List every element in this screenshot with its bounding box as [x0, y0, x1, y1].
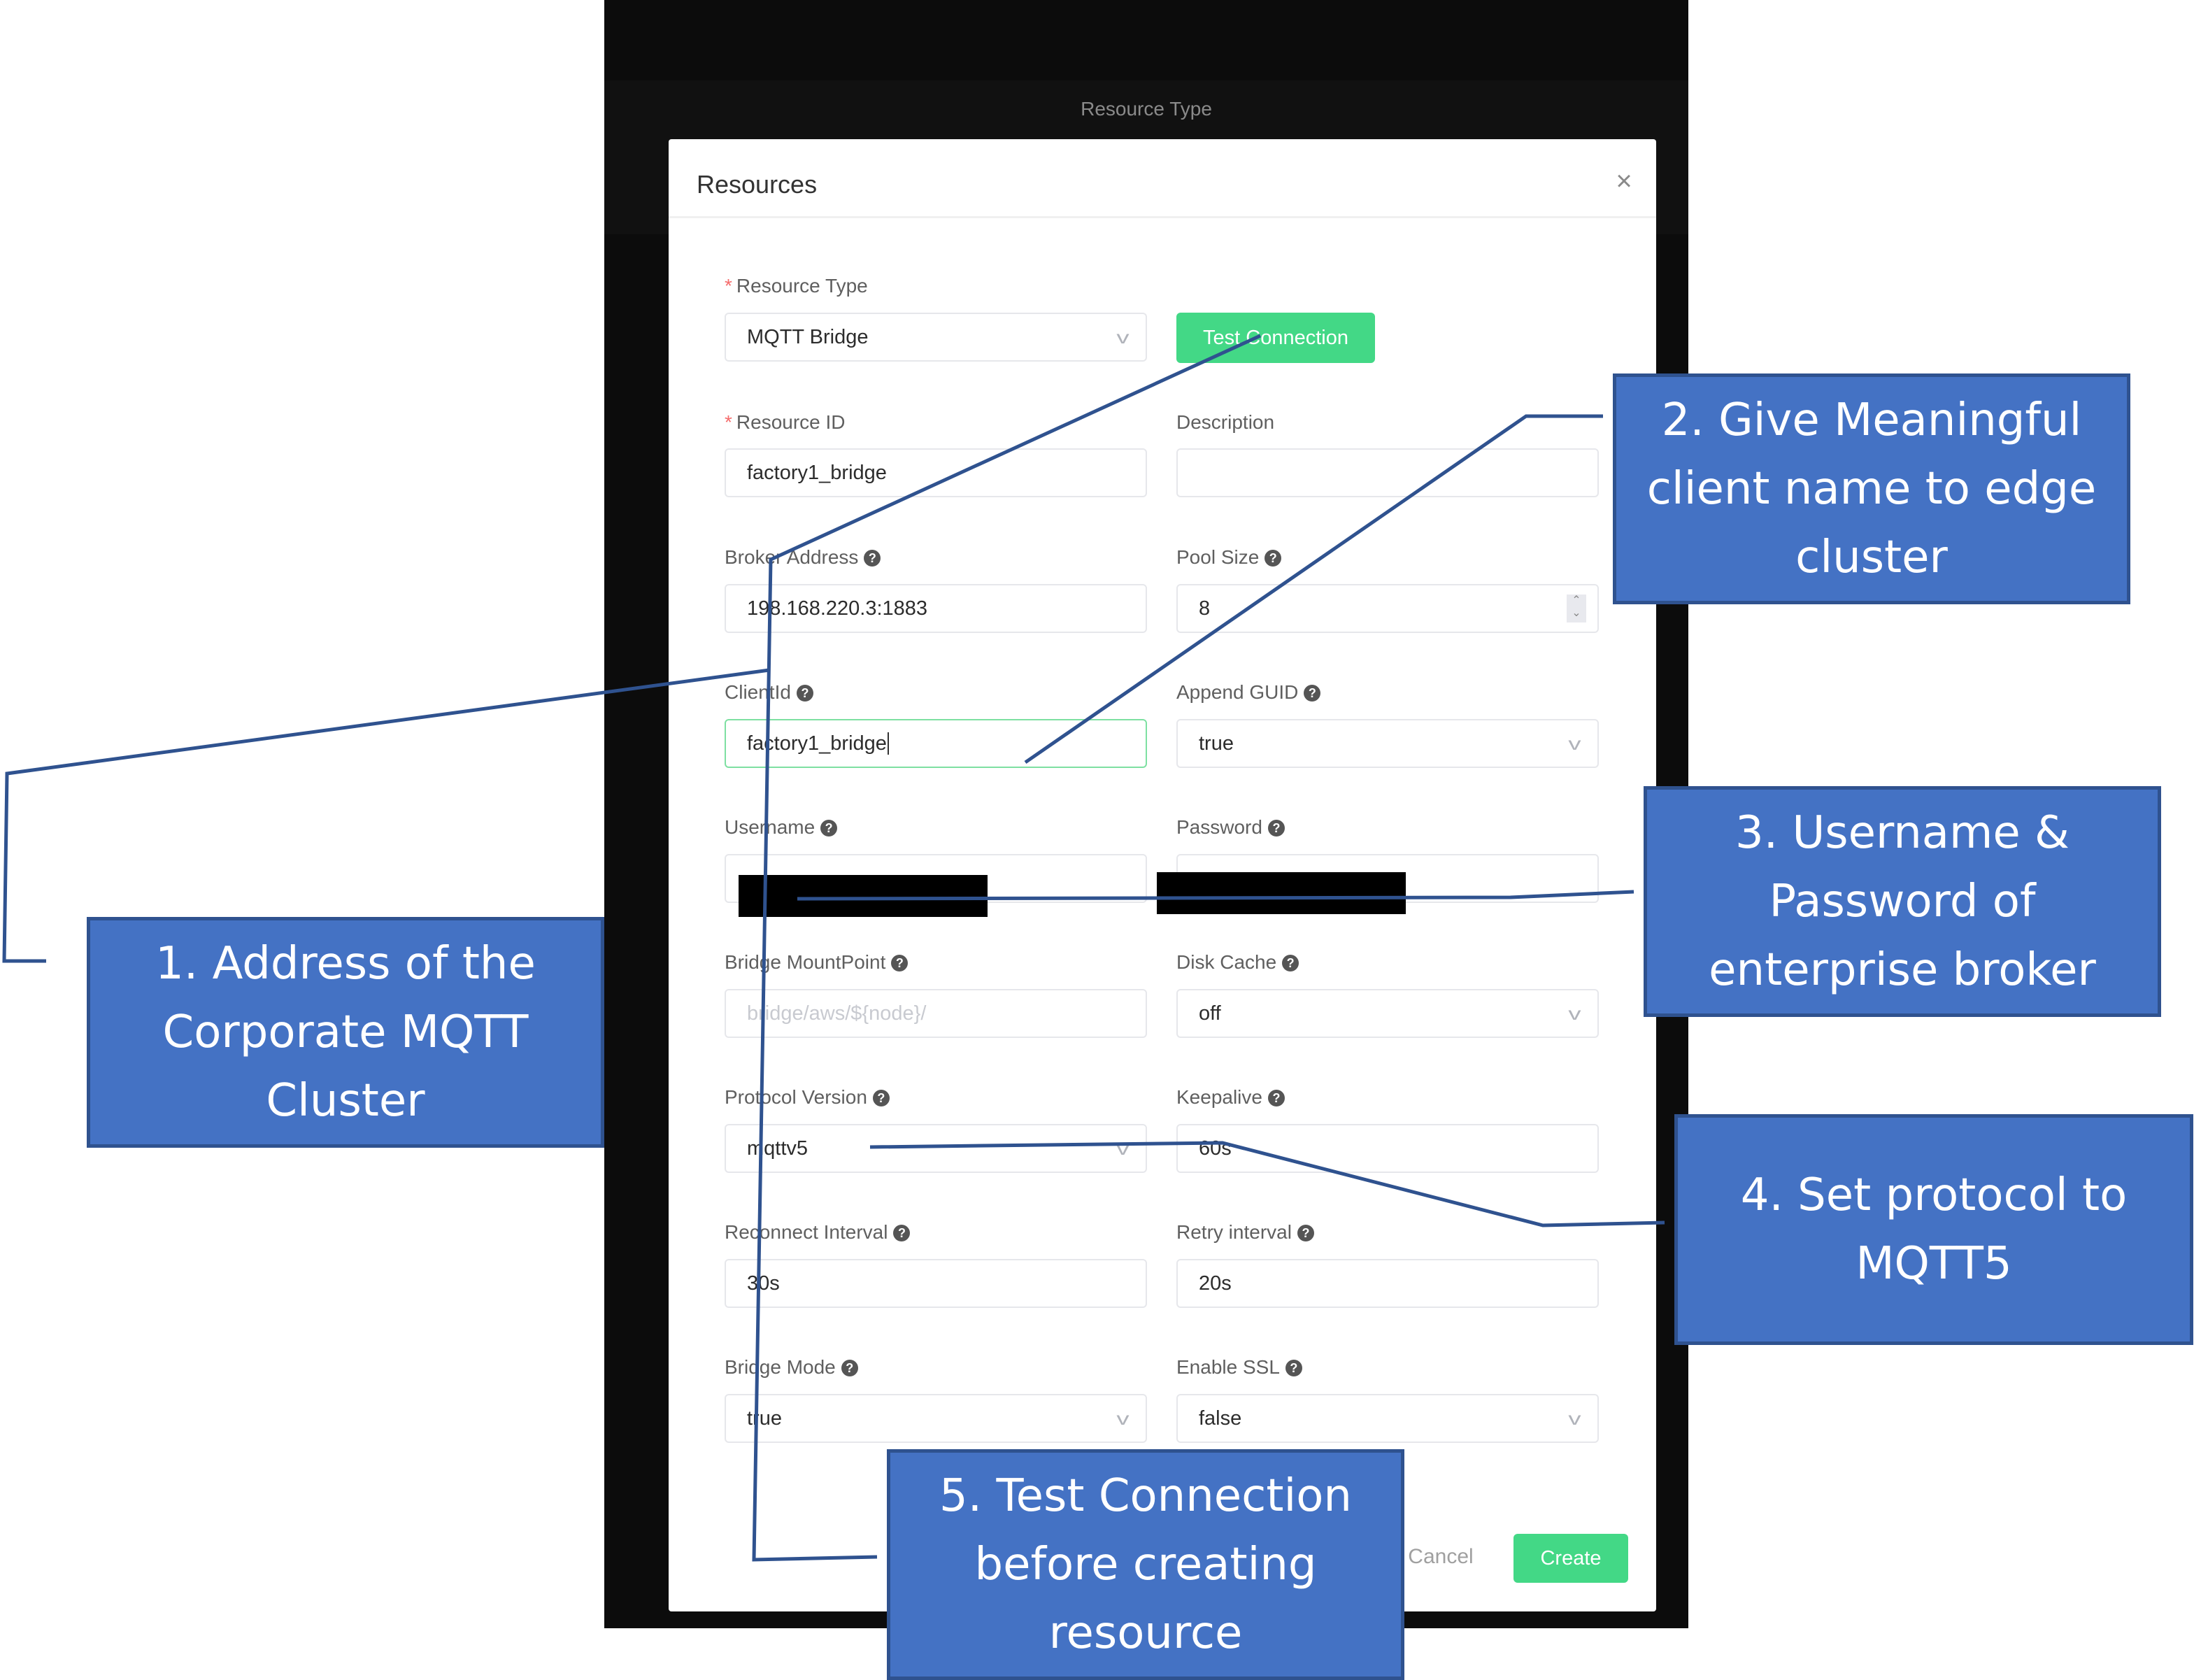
leader-line-4 [869, 1141, 1665, 1227]
callout-5-test-connection: 5. Test Connection before creating resou… [887, 1449, 1404, 1680]
callout-4-protocol: 4. Set protocol to MQTT5 [1674, 1114, 2193, 1345]
callout-1-broker-address: 1. Address of the Corporate MQTT Cluster [87, 917, 604, 1148]
leader-line-2 [1024, 414, 1603, 764]
callout-2-client-name: 2. Give Meaningful client name to edge c… [1613, 373, 2130, 604]
callout-3-credentials: 3. Username & Password of enterprise bro… [1644, 786, 2161, 1017]
leader-line-5 [752, 334, 1262, 1562]
leader-line-3 [797, 890, 1634, 901]
annotation-overlay: 1. Address of the Corporate MQTT Cluster… [0, 0, 2194, 1680]
